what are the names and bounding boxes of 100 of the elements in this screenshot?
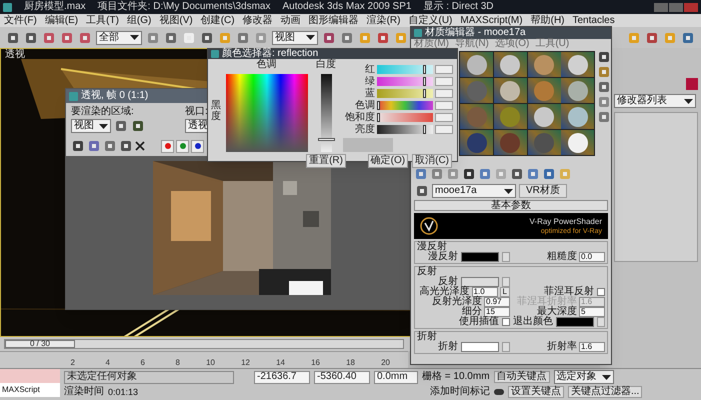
add-time-tag-button[interactable]: 添加时间标记 (430, 387, 490, 397)
dropdown[interactable]: 视图 (272, 30, 318, 44)
tool-icon[interactable] (322, 30, 336, 44)
value-field[interactable] (435, 101, 453, 110)
material-sample[interactable] (494, 78, 527, 103)
spinner-field[interactable]: 0.97 (484, 297, 510, 307)
menu-item[interactable]: MAXScript(M) (460, 16, 523, 26)
tool-icon[interactable] (681, 30, 695, 44)
color-swatch[interactable] (461, 277, 499, 287)
dropdown[interactable]: 选定对象 (554, 370, 614, 384)
maxscript-field[interactable]: MAXScript (0, 383, 60, 397)
material-sample[interactable] (494, 52, 527, 77)
menu-item[interactable]: 帮助(H) (530, 16, 564, 26)
window-control-icon[interactable] (654, 2, 668, 12)
listener-input[interactable] (0, 369, 60, 383)
slider-thumb[interactable] (377, 101, 380, 110)
value-field[interactable] (435, 113, 453, 122)
spinner-field[interactable]: 1.0 (472, 287, 498, 297)
tool-icon[interactable] (24, 30, 38, 44)
spinner-field[interactable]: 5 (579, 307, 605, 317)
material-sample[interactable] (561, 104, 594, 129)
channel-slider[interactable] (377, 89, 433, 98)
ok-button[interactable]: 确定(O) (368, 154, 408, 168)
z-coordinate-field[interactable]: 0.0mm (374, 370, 418, 384)
rollout-header[interactable]: 基本参数 (414, 200, 608, 211)
color-swatch[interactable] (461, 342, 499, 352)
slider-thumb[interactable] (318, 138, 334, 141)
tool-icon[interactable] (164, 30, 178, 44)
channel-slider[interactable] (377, 101, 433, 110)
value-field[interactable] (435, 65, 453, 74)
time-slider[interactable]: 0 / 30 (4, 339, 404, 349)
key-icon[interactable] (494, 389, 504, 395)
material-sample[interactable] (528, 104, 560, 129)
tool-icon[interactable] (542, 167, 556, 181)
tool-icon[interactable] (597, 80, 611, 94)
menu-item[interactable]: 材质(M) (414, 39, 449, 49)
menu-item[interactable]: 图形编辑器 (308, 16, 359, 26)
tool-icon[interactable] (71, 139, 85, 153)
menu-item[interactable]: Tentacles (572, 16, 615, 26)
slider-thumb[interactable] (422, 65, 426, 74)
menu-item[interactable]: 编辑(E) (44, 16, 78, 26)
channel-toggle[interactable] (176, 140, 189, 152)
slider-thumb[interactable] (422, 125, 426, 134)
timeline-ruler[interactable]: 2 4 6 8 10 12 14 16 18 20 (0, 351, 408, 368)
window-control-icon[interactable] (684, 2, 698, 12)
checkbox[interactable] (597, 288, 605, 296)
material-type-button[interactable]: VR材质 (519, 184, 567, 198)
viewport-label[interactable]: 透视 (5, 50, 25, 60)
menu-item[interactable]: 文件(F) (4, 16, 37, 26)
y-coordinate-field[interactable]: -5360.40 (314, 370, 370, 384)
tool-icon[interactable] (131, 119, 145, 133)
menu-item[interactable]: 渲染(R) (366, 16, 400, 26)
menu-item[interactable]: 选项(O) (494, 39, 530, 49)
spinner-field[interactable]: 0.0 (579, 252, 605, 262)
map-slot[interactable] (502, 342, 510, 352)
tool-icon[interactable] (415, 184, 429, 198)
tool-icon[interactable] (200, 30, 214, 44)
menu-item[interactable]: 组(G) (126, 16, 152, 26)
channel-toggle[interactable] (161, 140, 174, 152)
cancel-button[interactable]: 取消(C) (412, 154, 452, 168)
value-field[interactable] (435, 89, 453, 98)
channel-slider[interactable] (377, 125, 433, 134)
color-spectrum[interactable] (226, 74, 308, 152)
menu-item[interactable]: 自定义(U) (408, 16, 452, 26)
auto-key-button[interactable]: 自动关键点 (494, 371, 550, 383)
channel-slider[interactable] (377, 113, 433, 122)
material-sample[interactable] (460, 52, 493, 77)
channel-slider[interactable] (377, 77, 433, 86)
slider-thumb[interactable] (422, 89, 426, 98)
tool-icon[interactable] (119, 139, 133, 153)
reset-button[interactable]: 重置(R) (306, 154, 346, 168)
checkbox[interactable] (502, 318, 510, 326)
window-control-icon[interactable] (669, 2, 683, 12)
map-slot[interactable] (502, 252, 510, 262)
key-filters-button[interactable]: 关键点过滤器... (568, 386, 642, 398)
map-slot[interactable] (597, 317, 605, 327)
material-sample[interactable] (561, 52, 594, 77)
spinner-field[interactable]: 1.6 (579, 342, 605, 352)
tool-icon[interactable] (510, 167, 524, 181)
dropdown[interactable]: mooe17a (432, 184, 516, 198)
time-slider-thumb[interactable]: 0 / 30 (5, 340, 75, 348)
x-coordinate-field[interactable]: -21636.7 (254, 370, 310, 384)
color-swatch[interactable] (461, 252, 499, 262)
slider-thumb[interactable] (377, 113, 380, 122)
slider-thumb[interactable] (422, 77, 426, 86)
tool-icon[interactable] (462, 167, 476, 181)
map-slot[interactable] (502, 277, 510, 287)
tool-icon[interactable] (114, 119, 128, 133)
channel-toggle[interactable] (191, 140, 204, 152)
menu-item[interactable]: 导航(N) (455, 39, 489, 49)
material-sample[interactable] (561, 130, 594, 155)
clear-icon[interactable] (135, 141, 145, 151)
value-field[interactable] (435, 125, 453, 134)
tool-icon[interactable] (597, 50, 611, 64)
color-swatch[interactable] (686, 78, 698, 90)
dropdown[interactable]: 视图 (71, 119, 111, 133)
spinner-field[interactable]: 15 (484, 307, 510, 317)
value-field[interactable] (435, 77, 453, 86)
menu-item[interactable]: 创建(C) (200, 16, 235, 26)
tool-icon[interactable] (645, 30, 659, 44)
